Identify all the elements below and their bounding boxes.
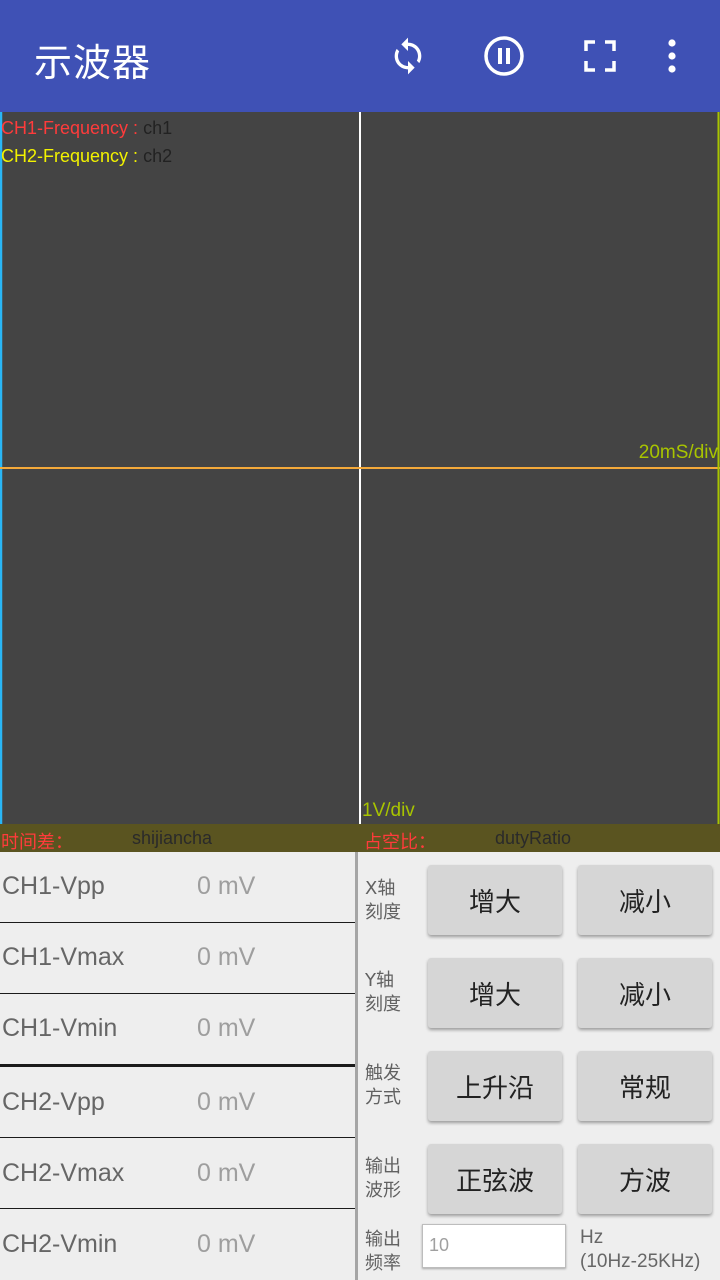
more-vert-icon bbox=[668, 39, 676, 73]
ch2-frequency-label: CH2-Frequency : bbox=[1, 146, 139, 166]
measurement-row: CH2-Vmax 0 mV bbox=[0, 1139, 355, 1209]
ch1-frequency-value: ch1 bbox=[143, 118, 173, 138]
measurement-row: CH2-Vpp 0 mV bbox=[0, 1068, 355, 1138]
x-axis-decrease-button[interactable]: 减小 bbox=[578, 865, 712, 935]
row-divider bbox=[0, 1208, 355, 1209]
measurement-label: CH2-Vmin bbox=[2, 1230, 118, 1258]
sine-wave-button[interactable]: 正弦波 bbox=[428, 1144, 562, 1214]
x-axis-scale-label: X轴 刻度 bbox=[365, 878, 401, 923]
time-diff-label: 时间差： bbox=[1, 832, 73, 852]
duty-ratio-value: dutyRatio bbox=[495, 828, 572, 848]
pause-button[interactable] bbox=[476, 28, 532, 84]
y-scale-label: 1V/div bbox=[362, 800, 415, 821]
trigger-mode-label: 触发 方式 bbox=[365, 1063, 401, 1108]
measurement-value: 0 mV bbox=[197, 1230, 256, 1258]
measurement-row: CH1-Vmin 0 mV bbox=[0, 994, 355, 1064]
y-axis-decrease-button[interactable]: 减小 bbox=[578, 958, 712, 1028]
measurement-row: CH1-Vpp 0 mV bbox=[0, 852, 355, 922]
time-diff-value: shijiancha bbox=[132, 828, 213, 848]
scope-grid bbox=[0, 112, 720, 824]
measurement-row: CH2-Vmin 0 mV bbox=[0, 1210, 355, 1280]
measurement-row: CH1-Vmax 0 mV bbox=[0, 923, 355, 993]
measurement-label: CH1-Vmax bbox=[2, 943, 125, 971]
more-options-button[interactable] bbox=[644, 28, 700, 84]
output-waveform-label: 输出 波形 bbox=[365, 1156, 401, 1201]
measurement-label: CH1-Vpp bbox=[2, 872, 105, 900]
info-bar: 时间差： shijiancha 占空比： dutyRatio bbox=[0, 824, 720, 852]
fullscreen-button[interactable] bbox=[572, 28, 628, 84]
measurement-value: 0 mV bbox=[197, 872, 256, 900]
y-axis-scale-label: Y轴 刻度 bbox=[365, 970, 401, 1015]
refresh-icon bbox=[394, 37, 422, 75]
measurement-label: CH1-Vmin bbox=[2, 1014, 118, 1042]
channel-divider bbox=[0, 1064, 355, 1067]
refresh-button[interactable] bbox=[380, 28, 436, 84]
app-title: 示波器 bbox=[34, 41, 152, 85]
output-frequency-input[interactable]: 10 bbox=[422, 1224, 566, 1268]
measurement-value: 0 mV bbox=[197, 1014, 256, 1042]
pause-icon bbox=[484, 36, 524, 76]
oscilloscope-display[interactable]: CH1-Frequency : ch1 CH2-Frequency : ch2 … bbox=[0, 112, 720, 824]
ch2-frequency-value: ch2 bbox=[143, 146, 173, 166]
app-bar: 示波器 bbox=[0, 0, 720, 112]
duty-ratio-label: 占空比： bbox=[364, 832, 436, 852]
measurement-value: 0 mV bbox=[197, 943, 256, 971]
measurement-label: CH2-Vpp bbox=[2, 1088, 105, 1116]
trigger-normal-button[interactable]: 常规 bbox=[578, 1051, 712, 1121]
measurement-panel: CH1-Vpp 0 mV CH1-Vmax 0 mV CH1-Vmin 0 mV… bbox=[0, 852, 355, 1280]
ch2-frequency: CH2-Frequency : ch2 bbox=[1, 146, 172, 167]
trigger-rising-edge-button[interactable]: 上升沿 bbox=[428, 1051, 562, 1121]
ch1-frequency: CH1-Frequency : ch1 bbox=[1, 118, 172, 139]
control-panel: X轴 刻度 增大 减小 Y轴 刻度 增大 减小 触发 方式 上升沿 常规 输出 … bbox=[358, 852, 720, 1280]
square-wave-button[interactable]: 方波 bbox=[578, 1144, 712, 1214]
y-axis-increase-button[interactable]: 增大 bbox=[428, 958, 562, 1028]
x-scale-label: 20mS/div bbox=[638, 442, 718, 463]
x-axis-increase-button[interactable]: 增大 bbox=[428, 865, 562, 935]
measurement-label: CH2-Vmax bbox=[2, 1159, 125, 1187]
fullscreen-icon bbox=[584, 40, 616, 72]
measurement-value: 0 mV bbox=[197, 1088, 256, 1116]
measurement-value: 0 mV bbox=[197, 1159, 256, 1187]
frequency-unit-label: Hz (10Hz-25KHz) bbox=[580, 1227, 701, 1272]
ch1-frequency-label: CH1-Frequency : bbox=[1, 118, 139, 138]
row-divider bbox=[0, 1137, 355, 1138]
output-frequency-label: 输出 频率 bbox=[365, 1229, 401, 1274]
